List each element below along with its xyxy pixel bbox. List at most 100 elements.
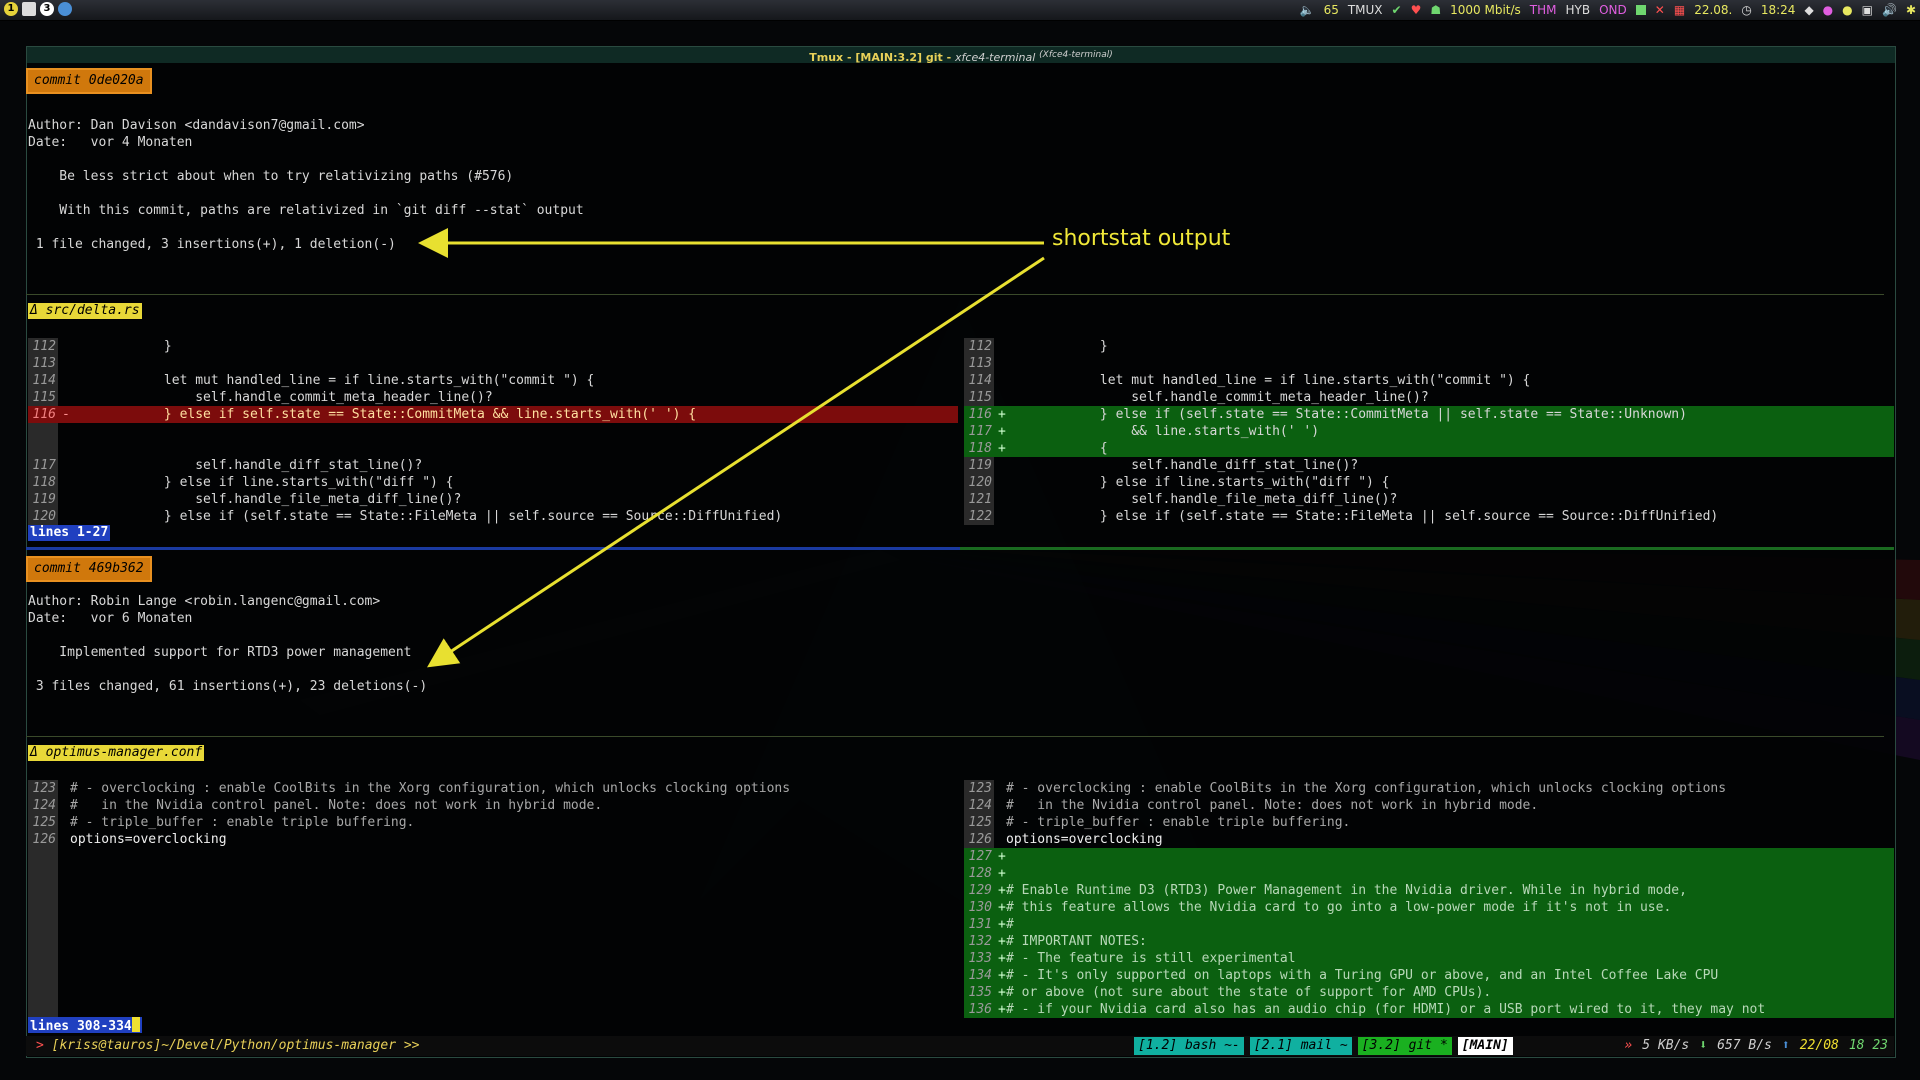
commit-message: Be less strict about when to try relativ… [28,169,514,184]
network-icon: ☗ [1430,3,1442,17]
clock-icon: ◷ [1741,3,1752,17]
diff-line [28,440,958,457]
shortstat-line: 3 files changed, 61 insertions(+), 23 de… [28,679,428,694]
diff-line: 119 self.handle_file_meta_diff_line()? [28,491,958,508]
diff-line: 123 # - overclocking : enable CoolBits in… [28,780,958,797]
volume-value: 65 [1323,3,1339,17]
line-number: 114 [968,373,992,388]
code-text: options=overclocking [70,832,227,847]
diff-line: 136 + # - if your Nvidia card also has an … [964,1001,1894,1018]
code-text: # IMPORTANT NOTES: [1006,934,1147,949]
mute-icon[interactable]: ✕ [1655,3,1665,17]
diff-line: 125 # - triple_buffer : enable triple buf… [964,814,1894,831]
window-titlebar[interactable]: Tmux - [MAIN:3.2] git - xfce4-terminal (… [27,47,1895,64]
code-text: # [1006,917,1014,932]
diff-line: 126 options=overclocking [28,831,958,848]
line-number: 115 [968,390,992,405]
line-number: 125 [968,815,992,830]
separator-icon: » [1624,1038,1633,1053]
code-text: self.handle_file_meta_diff_line()? [1006,492,1398,507]
code-text: self.handle_diff_stat_line()? [1006,458,1359,473]
line-number: 135 [968,985,992,1000]
line-number: 116 [968,407,992,422]
window-subtitle: xfce4-terminal [955,51,1036,64]
cpu-governor-indicator[interactable]: OND [1599,3,1627,17]
diff-line: 130 + # this feature allows the Nvidia car… [964,899,1894,916]
window-title: Tmux - [MAIN:3.2] git [809,51,943,64]
yubikey-icon[interactable]: ● [1842,3,1852,17]
speaker-icon[interactable]: 🔊 [1882,3,1897,17]
gpu-mode-indicator[interactable]: HYB [1566,3,1591,17]
wifi-icon[interactable]: ♥ [1411,3,1422,17]
download-rate: 5 KB/s [1642,1038,1690,1053]
code-text: # - triple_buffer : enable triple buffer… [1006,815,1351,830]
code-text: && line.starts_with(' ') [1006,424,1320,439]
code-text: # in the Nvidia control panel. Note: doe… [70,798,603,813]
code-text: } else if (self.state == State::FileMeta… [70,509,783,524]
diff-line: 123 # - overclocking : enable CoolBits in… [964,780,1894,797]
tmux-window-bash[interactable]: [1.2] bash ~- [1134,1037,1244,1055]
code-text: # - triple_buffer : enable triple buffer… [70,815,415,830]
line-number: 113 [968,356,992,371]
diff-marker: + [998,866,1006,881]
line-number: 126 [32,832,56,847]
line-number: 114 [32,373,56,388]
commit-hash-box: commit 469b362 [26,556,152,582]
dropbox-icon[interactable]: ◆ [1804,3,1813,17]
line-number: 130 [968,900,992,915]
workspace-3-button[interactable]: 3 [40,2,54,16]
diff-line: 116 + } else if (self.state == State::Com… [964,406,1894,423]
firefox-icon[interactable]: ● [1823,3,1833,17]
upload-rate: 657 B/s [1717,1038,1772,1053]
line-number: 120 [968,475,992,490]
diff-line: 117 self.handle_diff_stat_line()? [28,457,958,474]
code-text: # - overclocking : enable CoolBits in th… [70,781,791,796]
calendar-icon: ▦ [1673,3,1686,17]
tmux-indicator[interactable]: TMUX [1348,3,1383,17]
line-number: 121 [968,492,992,507]
browser-icon[interactable] [58,2,72,16]
line-number: 126 [968,832,992,847]
line-number: 120 [32,509,56,524]
thermal-indicator[interactable]: THM [1530,3,1557,17]
pane-separator[interactable] [26,547,1894,550]
diff-pane-right: 112 } 113 114 let mut handled_line = if li… [964,338,1894,525]
line-number: 115 [32,390,56,405]
line-number: 119 [968,458,992,473]
commit-date: Date: vor 6 Monaten [28,611,193,626]
pager-lines-text: lines 308-334 [30,1019,132,1034]
diff-line: 129 + # Enable Runtime D3 (RTD3) Power Man… [964,882,1894,899]
commit-hash-box: commit 0de020a [26,68,152,94]
diff-pane-right: 123 # - overclocking : enable CoolBits in… [964,780,1894,1018]
code-text: let mut handled_line = if line.starts_wi… [1006,373,1531,388]
code-text: } [70,339,172,354]
desktop-icon[interactable] [22,2,36,16]
line-number: 133 [968,951,992,966]
line-number: 119 [32,492,56,507]
commit-message: With this commit, paths are relativized … [28,203,584,218]
divider [26,736,1884,737]
line-number: 127 [968,849,992,864]
line-number: 128 [968,866,992,881]
diff-line: 112 } [28,338,958,355]
settings-icon[interactable]: ✱ [1906,3,1916,17]
tray-window-icon[interactable]: ▣ [1862,3,1873,17]
line-number: 112 [968,339,992,354]
diff-line: 120 } else if line.starts_with("diff ") … [964,474,1894,491]
code-text: self.handle_commit_meta_header_line()? [70,390,493,405]
tmux-session-name[interactable]: [MAIN] [1457,1037,1513,1055]
divider [26,294,1884,295]
tmux-window-mail[interactable]: [2.1] mail ~ [1249,1037,1352,1055]
commit-date: Date: vor 4 Monaten [28,135,193,150]
line-number: 122 [968,509,992,524]
file-header: Δ optimus-manager.conf [28,745,205,761]
diff-line: 113 [964,355,1894,372]
code-text: options=overclocking [1006,832,1163,847]
volume-icon[interactable]: 🔈 [1300,3,1315,17]
diff-line: 113 [28,355,958,372]
workspace-1-button[interactable]: 1 [4,2,18,16]
code-text: self.handle_diff_stat_line()? [70,458,423,473]
tmux-window-git[interactable]: [3.2] git * [1357,1037,1452,1055]
line-number: 131 [968,917,992,932]
diff-line: 124 # in the Nvidia control panel. Note: … [28,797,958,814]
